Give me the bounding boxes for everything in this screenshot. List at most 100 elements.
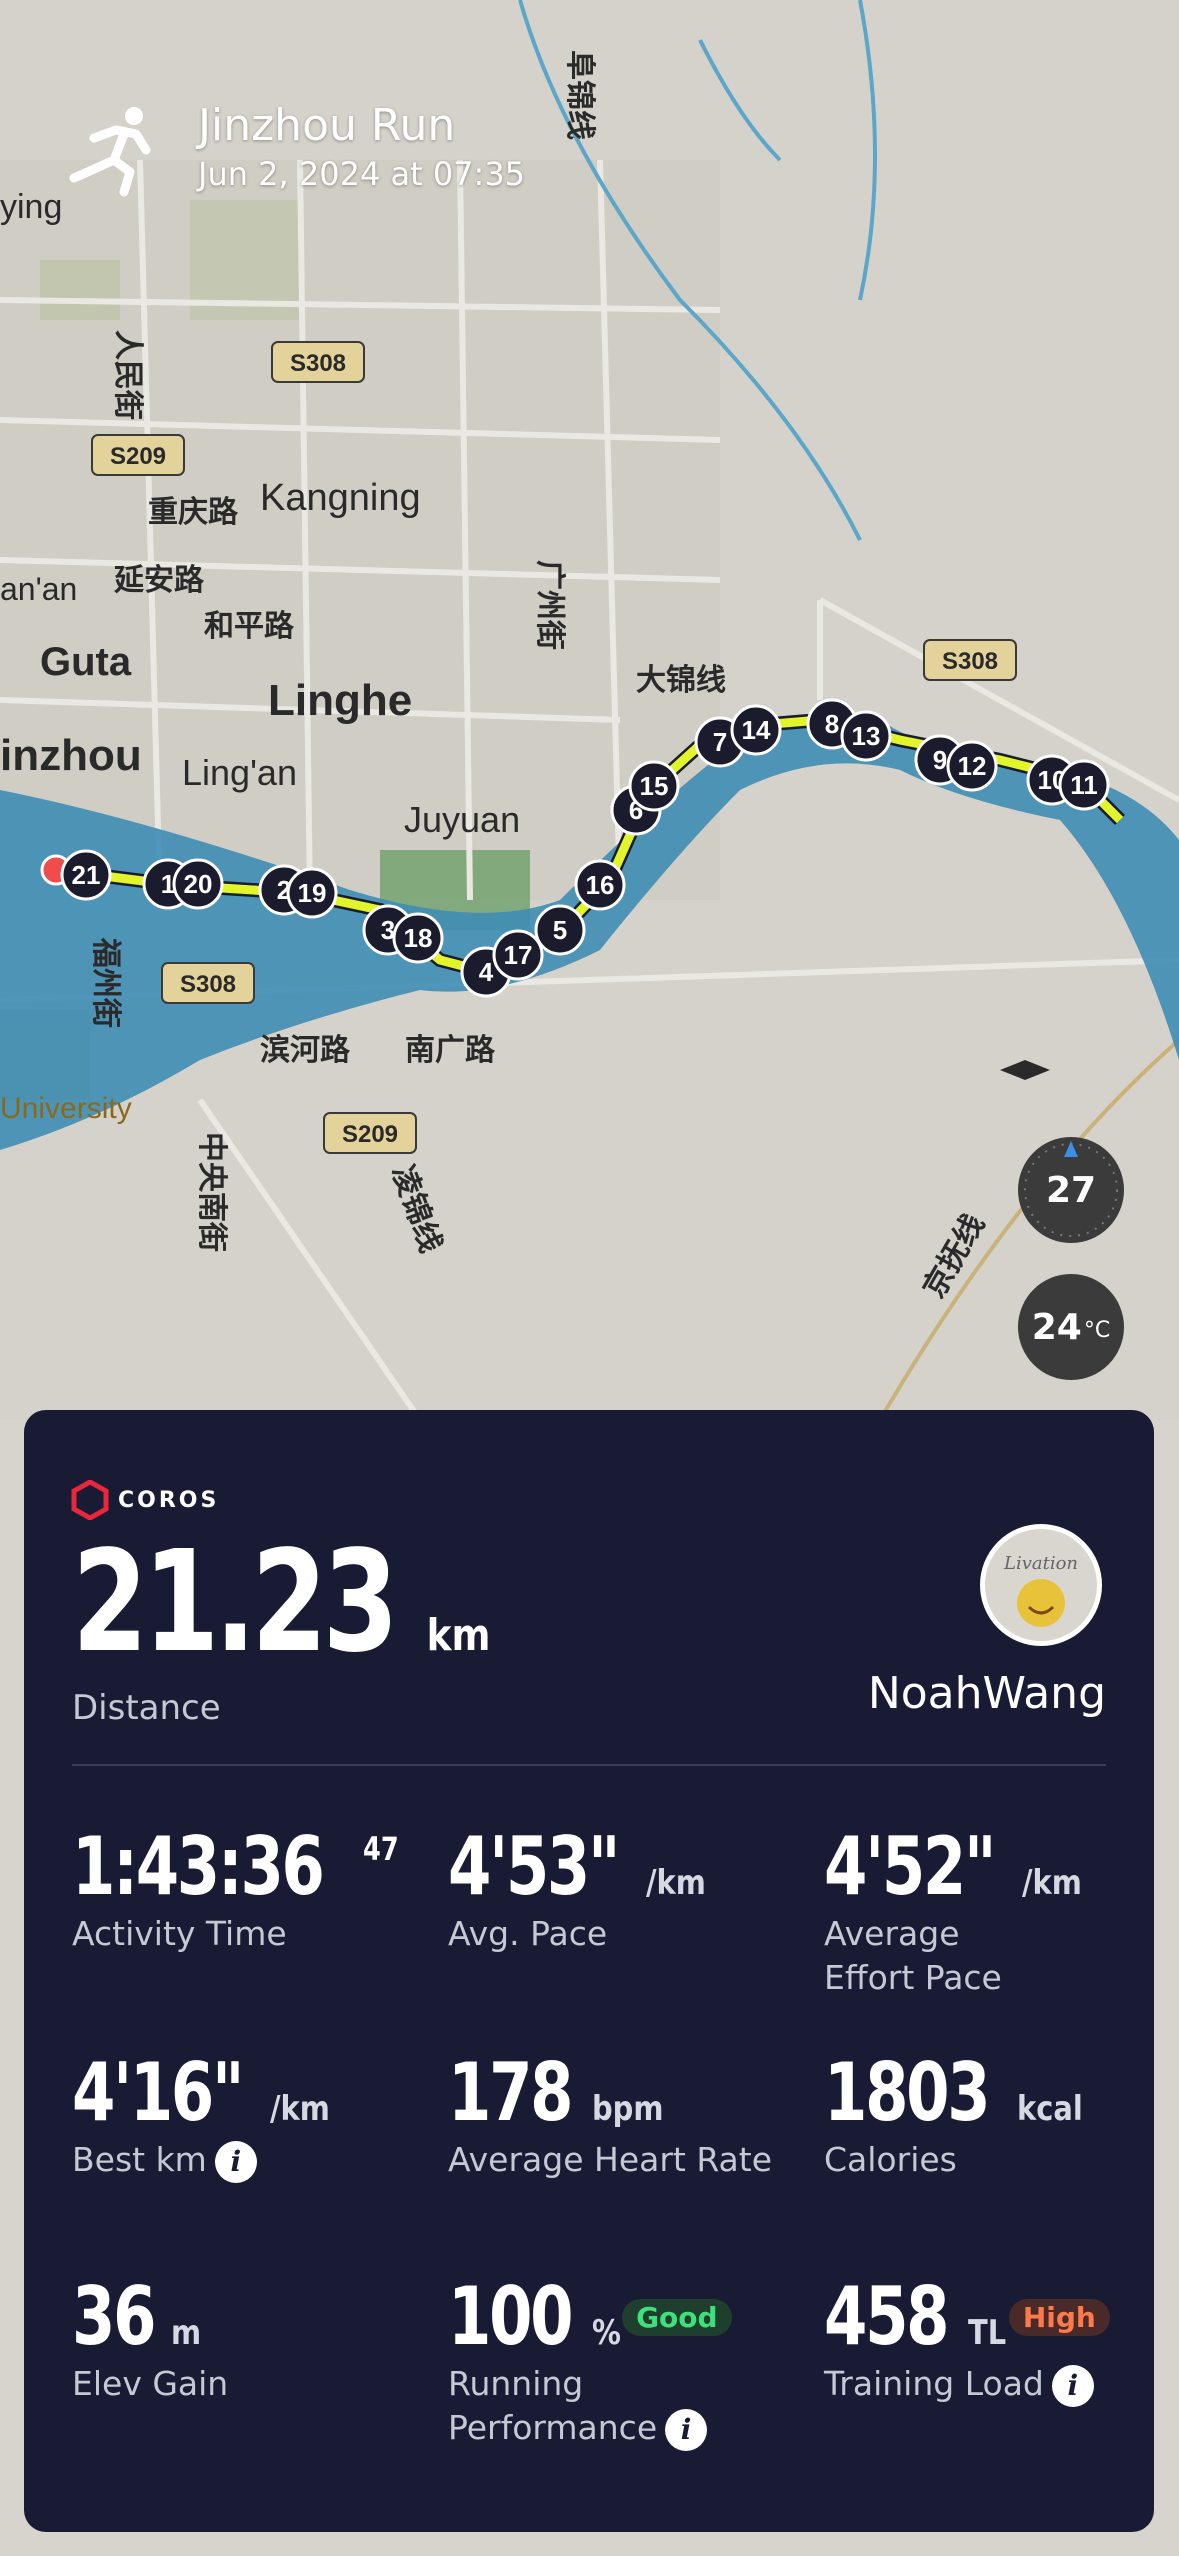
compass-widget[interactable]: 27	[1018, 1137, 1124, 1243]
info-icon[interactable]: i	[214, 2140, 257, 2183]
stat-label: Avg. Pace	[448, 1914, 608, 1953]
stat-effort-pace: 4'52"/km Average Effort Pace	[824, 1824, 1093, 2000]
road-shield-label: S308	[290, 350, 346, 377]
map-label-renmin: 人民街	[111, 330, 144, 420]
map-label-nanguang: 南广路	[405, 1034, 496, 1067]
distance-value-row: 21.23 km	[72, 1528, 496, 1678]
stat-label-line2: Performance	[448, 2408, 658, 2447]
road-shield: S209	[323, 1112, 417, 1154]
stat-label-line2: Effort Pace	[824, 1958, 1002, 1997]
stat-best-km: 4'16"/km Best km i	[72, 2050, 341, 2183]
coros-logo-icon	[71, 1480, 109, 1520]
compass-value: 27	[1045, 1169, 1097, 1211]
km-marker-label: 9	[933, 745, 947, 775]
stat-value: 36	[72, 2270, 157, 2363]
km-marker-label: 13	[852, 721, 881, 751]
stat-label: Elev Gain	[72, 2364, 229, 2403]
km-marker[interactable]: 14	[730, 704, 782, 756]
distance-value: 21.23	[72, 1521, 399, 1684]
running-icon	[69, 107, 151, 197]
km-marker[interactable]: 5	[534, 904, 586, 956]
avatar-image: Livation	[1003, 1553, 1078, 1627]
road-shield-label: S308	[180, 971, 236, 998]
info-icon[interactable]: i	[1051, 2364, 1094, 2407]
road-shield-label: S209	[342, 1121, 398, 1148]
map-label-binhe: 滨河路	[260, 1033, 351, 1067]
map-label-kangning: Kangning	[260, 477, 421, 519]
stat-avg-pace: 4'53"/km Avg. Pace	[448, 1824, 717, 1956]
avatar[interactable]: Livation	[980, 1524, 1102, 1646]
map-label-guta: Guta	[40, 640, 132, 684]
map-label-fuzhou: 福州街	[89, 937, 122, 1028]
km-marker-label: 14	[742, 715, 771, 745]
km-marker[interactable]: 15	[628, 760, 680, 812]
km-marker[interactable]: 13	[840, 710, 892, 762]
km-marker-label: 11	[1070, 770, 1098, 800]
km-marker[interactable]: 18	[392, 912, 444, 964]
map-label-lingan: Ling'an	[182, 752, 297, 793]
km-marker[interactable]: 11	[1058, 759, 1110, 811]
map-label-nan: an'an	[0, 571, 77, 607]
km-marker-label: 17	[504, 940, 533, 970]
stat-calories: 1803 kcal Calories	[824, 2050, 1094, 2182]
km-marker-label: 5	[553, 915, 567, 945]
km-marker-label: 16	[586, 870, 615, 900]
temperature-widget: 24 °C	[1018, 1274, 1124, 1380]
km-marker-label: 15	[640, 771, 669, 801]
road-shield: S308	[161, 962, 255, 1004]
route-map[interactable]: 21 1 20 2 193 184175166157 14 8 139 12 10 11 Kangni…	[0, 0, 1179, 1420]
status-badge-good: Good	[622, 2298, 732, 2336]
stat-value: 458	[824, 2270, 950, 2363]
km-marker[interactable]: 17	[492, 929, 544, 981]
stat-value: 178	[448, 2046, 574, 2139]
stat-unit: %	[592, 2313, 621, 2353]
status-badge-high: High	[1008, 2298, 1110, 2336]
stat-label: Training Load	[824, 2364, 1044, 2403]
km-marker[interactable]: 16	[574, 859, 626, 911]
stat-unit: /km	[646, 1863, 707, 1903]
brand-name: COROS	[118, 1487, 220, 1513]
km-marker[interactable]: 19	[286, 867, 338, 919]
map-label-zhongyang: 中央南街	[195, 1132, 228, 1252]
map-label-juyuan: Juyuan	[404, 799, 520, 840]
map-label-chongqing: 重庆路	[148, 496, 239, 529]
stat-running-performance: 100% Good Running Performance i	[448, 2274, 732, 2451]
stat-unit: /km	[270, 2089, 331, 2129]
activity-header: Jinzhou Run Jun 2, 2024 at 07:35	[64, 100, 525, 200]
stat-label: Average Heart Rate	[448, 2140, 773, 2179]
map-label-ying: ying	[0, 188, 62, 226]
km-marker-label: 18	[404, 923, 433, 953]
stat-value: 100	[448, 2270, 574, 2363]
road-shield: S308	[271, 341, 365, 383]
km-marker[interactable]: 21	[60, 849, 112, 901]
stat-unit: /km	[1022, 1863, 1083, 1903]
km-marker-label: 8	[825, 709, 839, 739]
username: NoahWang	[867, 1668, 1106, 1719]
stat-unit: m	[171, 2313, 202, 2353]
km-marker[interactable]: 12	[946, 740, 998, 792]
map-label-linghe: Linghe	[268, 676, 412, 725]
km-marker-label: 4	[479, 957, 494, 987]
map-label-heping: 和平路	[204, 610, 295, 643]
stat-unit: kcal	[1016, 2089, 1083, 2129]
stat-value: 4'52"	[824, 1820, 997, 1913]
km-marker-label: 7	[713, 727, 727, 757]
stat-elev-gain: 36 m Elev Gain	[72, 2274, 228, 2406]
divider	[72, 1764, 1106, 1766]
stat-unit: TL	[968, 2313, 1007, 2353]
map-label-yanan: 延安路	[113, 564, 205, 597]
stat-value: 1803	[824, 2046, 991, 2139]
distance-unit: km	[426, 1610, 491, 1661]
stat-unit: bpm	[592, 2089, 664, 2129]
brand-logo: COROS	[70, 1480, 219, 1520]
road-shield-label: S209	[110, 443, 166, 470]
stat-value: 4'53"	[448, 1820, 621, 1913]
info-icon[interactable]: i	[665, 2408, 708, 2451]
map-label-dajin: 大锦线	[636, 664, 726, 697]
stat-label: Best km	[72, 2140, 207, 2179]
temperature-value: 24	[1031, 1306, 1082, 1348]
stat-value: 1:43:36	[72, 1820, 325, 1913]
distance-label: Distance	[72, 1688, 221, 1728]
km-marker[interactable]: 20	[172, 858, 224, 910]
road-shield: S308	[923, 639, 1017, 681]
